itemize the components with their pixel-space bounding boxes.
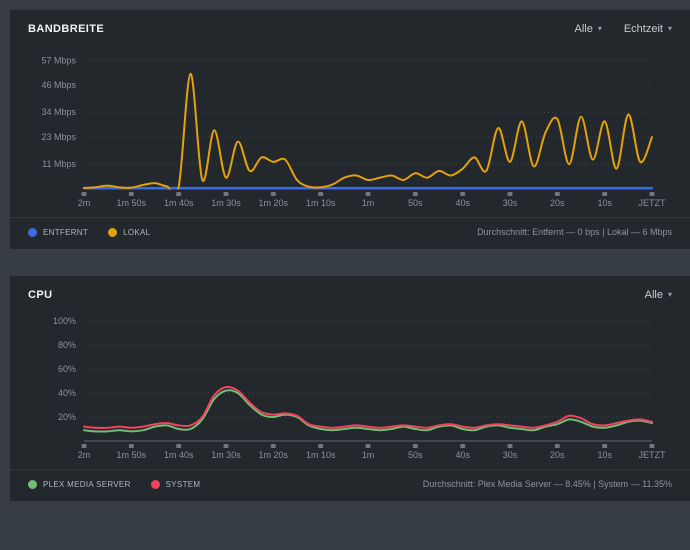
svg-text:10s: 10s xyxy=(597,198,612,208)
panel-title-cpu: CPU xyxy=(28,289,53,301)
svg-text:1m 30s: 1m 30s xyxy=(211,198,241,208)
svg-text:100%: 100% xyxy=(53,316,76,326)
bandwidth-chart: 11 Mbps 23 Mbps 34 Mbps 46 Mbps 57 Mbps 2m 1m … xyxy=(41,55,666,208)
svg-text:JETZT: JETZT xyxy=(639,450,666,460)
legend-item-plex-media-server: PLEX MEDIA SERVER xyxy=(28,479,131,489)
svg-text:10s: 10s xyxy=(597,450,612,460)
svg-text:1m 20s: 1m 20s xyxy=(259,198,289,208)
svg-text:1m 50s: 1m 50s xyxy=(117,198,147,208)
svg-text:1m: 1m xyxy=(362,450,375,460)
chevron-down-icon: ▾ xyxy=(667,290,672,299)
bandwidth-controls: Alle ▾ Echtzeit ▾ xyxy=(574,23,672,35)
cpu-average-summary: Durchschnitt: Plex Media Server — 8.45% … xyxy=(422,479,672,489)
chevron-down-icon: ▾ xyxy=(597,24,602,33)
svg-text:1m 40s: 1m 40s xyxy=(164,198,194,208)
svg-text:40s: 40s xyxy=(455,198,470,208)
svg-text:1m 30s: 1m 30s xyxy=(211,450,241,460)
cpu-panel-footer: PLEX MEDIA SERVER SYSTEM Durchschnitt: P… xyxy=(10,469,690,501)
legend-dot xyxy=(150,479,160,489)
dropdown-label: Alle xyxy=(644,289,663,301)
svg-text:40%: 40% xyxy=(58,388,76,398)
legend-label: PLEX MEDIA SERVER xyxy=(43,479,131,489)
legend-dot xyxy=(108,227,118,237)
bandwidth-panel-header: BANDBREITE Alle ▾ Echtzeit ▾ xyxy=(10,10,690,39)
svg-text:1m: 1m xyxy=(362,198,375,208)
bandwidth-legend: ENTFERNT LOKAL xyxy=(28,227,151,237)
svg-text:JETZT: JETZT xyxy=(639,198,666,208)
svg-text:46 Mbps: 46 Mbps xyxy=(41,80,76,90)
svg-text:23 Mbps: 23 Mbps xyxy=(41,132,76,142)
svg-text:1m 10s: 1m 10s xyxy=(306,450,336,460)
svg-text:1m 50s: 1m 50s xyxy=(117,450,147,460)
svg-text:60%: 60% xyxy=(58,364,76,374)
cpu-panel: CPU Alle ▾ 20% 40% 60% 80% 100% 2m 1m 50s 1m 40… xyxy=(10,276,690,501)
svg-text:2m: 2m xyxy=(78,450,91,460)
bandwidth-panel: BANDBREITE Alle ▾ Echtzeit ▾ 11 Mbps 23 M… xyxy=(10,10,690,249)
legend-dot xyxy=(28,227,37,237)
svg-text:50s: 50s xyxy=(408,198,423,208)
svg-text:20s: 20s xyxy=(550,198,565,208)
svg-text:2m: 2m xyxy=(78,198,91,208)
legend-item-lokal: LOKAL xyxy=(108,227,151,237)
svg-text:34 Mbps: 34 Mbps xyxy=(41,107,76,117)
bandwidth-mode-dropdown[interactable]: Echtzeit ▾ xyxy=(624,23,672,35)
svg-text:40s: 40s xyxy=(455,450,470,460)
svg-text:1m 40s: 1m 40s xyxy=(164,450,194,460)
dashboard: BANDBREITE Alle ▾ Echtzeit ▾ 11 Mbps 23 M… xyxy=(0,0,690,531)
bandwidth-filter-dropdown[interactable]: Alle ▾ xyxy=(574,23,601,35)
panel-title-bandwidth: BANDBREITE xyxy=(28,23,105,35)
svg-text:1m 10s: 1m 10s xyxy=(306,198,336,208)
svg-text:11 Mbps: 11 Mbps xyxy=(42,159,76,169)
dropdown-label: Alle xyxy=(574,23,593,35)
chevron-down-icon: ▾ xyxy=(667,24,672,33)
svg-text:30s: 30s xyxy=(503,198,518,208)
svg-text:20s: 20s xyxy=(550,450,565,460)
cpu-chart: 20% 40% 60% 80% 100% 2m 1m 50s 1m 40s 1m 30s 1m 2… xyxy=(53,316,666,460)
svg-text:57 Mbps: 57 Mbps xyxy=(41,55,76,65)
legend-item-entfernt: ENTFERNT xyxy=(28,227,89,237)
svg-text:50s: 50s xyxy=(408,450,423,460)
svg-text:20%: 20% xyxy=(58,412,76,422)
cpu-legend: PLEX MEDIA SERVER SYSTEM xyxy=(28,479,201,489)
legend-label: SYSTEM xyxy=(165,479,201,489)
cpu-controls: Alle ▾ xyxy=(645,289,672,301)
cpu-panel-header: CPU Alle ▾ xyxy=(10,276,690,305)
legend-label: ENTFERNT xyxy=(43,227,89,237)
svg-text:1m 20s: 1m 20s xyxy=(259,450,289,460)
bandwidth-panel-footer: ENTFERNT LOKAL Durchschnitt: Entfernt — … xyxy=(10,217,690,249)
dropdown-label: Echtzeit xyxy=(623,23,663,35)
cpu-filter-dropdown[interactable]: Alle ▾ xyxy=(645,289,672,301)
svg-text:30s: 30s xyxy=(503,450,518,460)
bandwidth-average-summary: Durchschnitt: Entfernt — 0 bps | Lokal —… xyxy=(477,227,672,237)
legend-item-system: SYSTEM xyxy=(150,479,201,489)
legend-label: LOKAL xyxy=(123,227,151,237)
svg-text:80%: 80% xyxy=(58,340,76,350)
legend-dot xyxy=(28,479,37,489)
